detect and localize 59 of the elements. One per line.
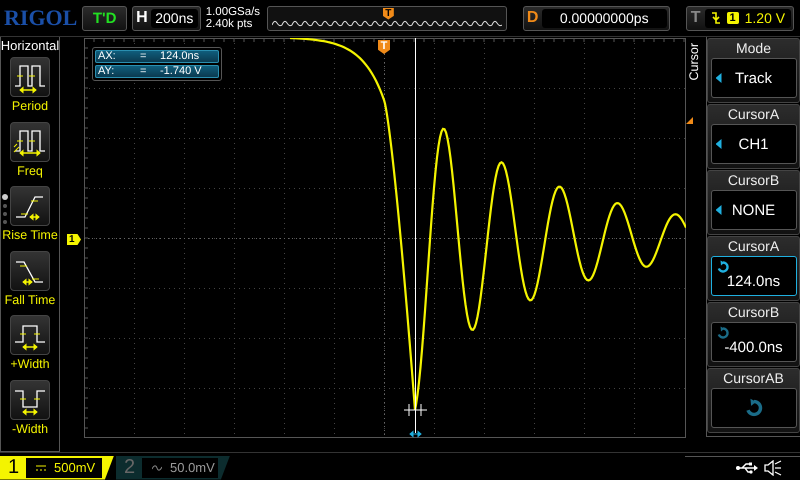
trigger-field[interactable]: T 1 1.20 V [686,6,794,30]
channel-number: 2 [124,456,136,479]
channel-number: 1 [8,456,20,479]
page-dot[interactable] [3,212,7,216]
usb-icon [736,462,758,474]
section-title: CursorB [728,304,780,321]
trigger-level: 1.20 V [744,10,786,26]
measure-button[interactable]: Rise Time [1,186,59,250]
channel-marker: 1 [67,234,81,245]
measure-button[interactable]: -Width [1,380,59,444]
timebase-field[interactable]: H 200ns [132,6,201,30]
readout-label: AX: [98,51,117,62]
page-dot[interactable] [3,204,7,208]
measure-button[interactable]: Freq [1,122,59,186]
measure-button[interactable]: +Width [1,315,59,380]
channel-badge: 1 [726,12,739,24]
dc-coupling-icon [36,464,46,470]
page-dot[interactable] [3,220,7,224]
speaker-muted-icon [764,460,782,476]
section-title: CursorA [728,106,780,123]
channel-scale: 50.0mV [170,460,215,475]
cursor-handle-icon[interactable] [409,430,422,438]
menu-title: Cursor [687,43,701,81]
timeline-trigger-marker: T [382,8,394,20]
equals-sign: = [140,51,148,62]
option-selector[interactable]: Track [710,58,796,98]
knob-icon [716,260,730,274]
value-selector[interactable]: 124.0ns [710,256,796,296]
section-title: CursorAB [723,370,784,387]
value-selector[interactable]: -400.0ns [710,322,796,362]
sample-rate: 1.00GSa/s [206,6,262,18]
brand-logo: RIGOL [4,5,78,31]
measure-button[interactable]: Period [1,57,59,122]
menu-title: Horizontal [0,38,60,53]
crosshair-icon [404,404,428,416]
knob-icon [744,398,764,418]
option-selector[interactable]: NONE [710,190,796,230]
ac-coupling-icon [152,464,162,470]
readout-label: AY: [98,66,116,77]
run-status: T'D [82,6,127,30]
equals-sign: = [140,66,148,77]
delay-field[interactable]: D 0.00000000ps [522,6,670,30]
memory-depth: 2.40k pts [206,18,254,30]
page-dot[interactable] [2,194,8,200]
trigger-level-marker [686,117,693,124]
falling-edge-icon [710,11,720,25]
readout-value: -1.740 V [160,66,202,77]
measure-button[interactable]: Fall Time [1,250,59,315]
channel-tab[interactable]: 1 500mV [0,456,114,480]
waveform-overview-icon [272,18,502,26]
option-selector[interactable]: CH1 [710,124,796,164]
readout-value: 124.0ns [160,51,200,62]
channel-scale: 500mV [54,460,96,475]
knob-icon [716,326,730,340]
knob-selector[interactable] [710,388,796,428]
section-title: Mode [736,40,772,57]
channel-tab[interactable]: 2 50.0mV [116,456,230,480]
section-title: CursorB [728,172,780,189]
section-title: CursorA [728,238,780,255]
